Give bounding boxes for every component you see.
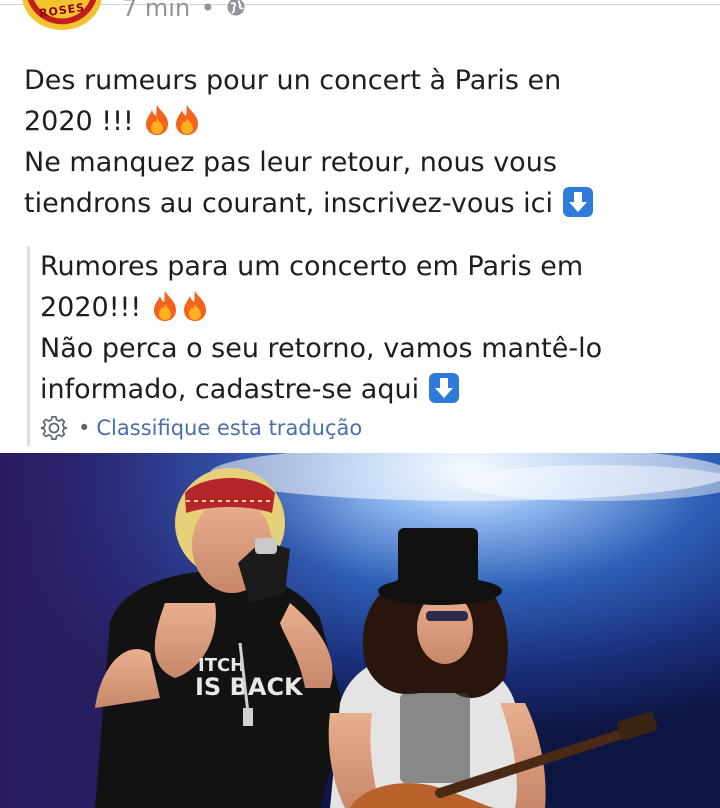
translation-line: Rumores para um concerto em Paris em — [40, 246, 710, 287]
fire-emoji — [176, 105, 199, 135]
post-text-line-1: Des rumeurs pour un concert à Paris en — [24, 65, 562, 96]
page-avatar[interactable]: ROSES — [22, 0, 102, 30]
translation-line: 2020!!! — [40, 287, 710, 328]
translation-text-line-4: informado, cadastre-se aqui — [40, 374, 420, 405]
post-meta: 7 min • — [122, 0, 246, 22]
translation-text-line-1: Rumores para um concerto em Paris em — [40, 251, 584, 282]
avatar-logo-text: ROSES — [38, 0, 86, 21]
post-text-line-2: 2020 !!! — [24, 106, 134, 137]
rate-separator: • — [78, 416, 91, 440]
fire-emoji — [183, 291, 206, 321]
concert-photo: ITCH IS BACK — [0, 453, 720, 808]
rate-translation-link[interactable]: Classifique esta tradução — [96, 416, 362, 440]
rate-translation-row: • Classifique esta tradução — [40, 414, 362, 442]
translation-line: Não perca o seu retorno, vamos mantê-lo — [40, 328, 710, 369]
post-time[interactable]: 7 min — [122, 0, 190, 22]
down-arrow-emoji — [428, 373, 459, 403]
globe-icon[interactable] — [226, 0, 246, 17]
post-text-line-3: Ne manquez pas leur retour, nous vous — [24, 147, 557, 178]
down-arrow-emoji — [562, 187, 593, 217]
translation-text-line-3: Não perca o seu retorno, vamos mantê-lo — [40, 333, 603, 364]
post-header: ROSES 7 min • — [0, 0, 720, 40]
facebook-post: ROSES 7 min • Des rumeurs pour un concer… — [0, 0, 720, 808]
fire-emoji — [153, 291, 176, 321]
shirt-text: IS BACK — [195, 673, 304, 701]
gear-icon[interactable] — [40, 414, 68, 442]
post-photo[interactable]: ITCH IS BACK — [0, 453, 720, 808]
translation-body: Rumores para um concerto em Paris em 202… — [40, 246, 710, 410]
post-line: Ne manquez pas leur retour, nous vous — [24, 142, 704, 183]
post-line: tiendrons au courant, inscrivez-vous ici — [24, 183, 704, 224]
post-text-line-4: tiendrons au courant, inscrivez-vous ici — [24, 188, 553, 219]
post-body: Des rumeurs pour un concert à Paris en 2… — [24, 60, 704, 224]
fire-emoji — [146, 105, 169, 135]
translation-text-line-2: 2020!!! — [40, 292, 142, 323]
translation-block: Rumores para um concerto em Paris em 202… — [27, 246, 710, 446]
meta-separator: • — [200, 0, 215, 22]
post-line: 2020 !!! — [24, 101, 704, 142]
post-line: Des rumeurs pour un concert à Paris en — [24, 60, 704, 101]
translation-line: informado, cadastre-se aqui — [40, 369, 710, 410]
